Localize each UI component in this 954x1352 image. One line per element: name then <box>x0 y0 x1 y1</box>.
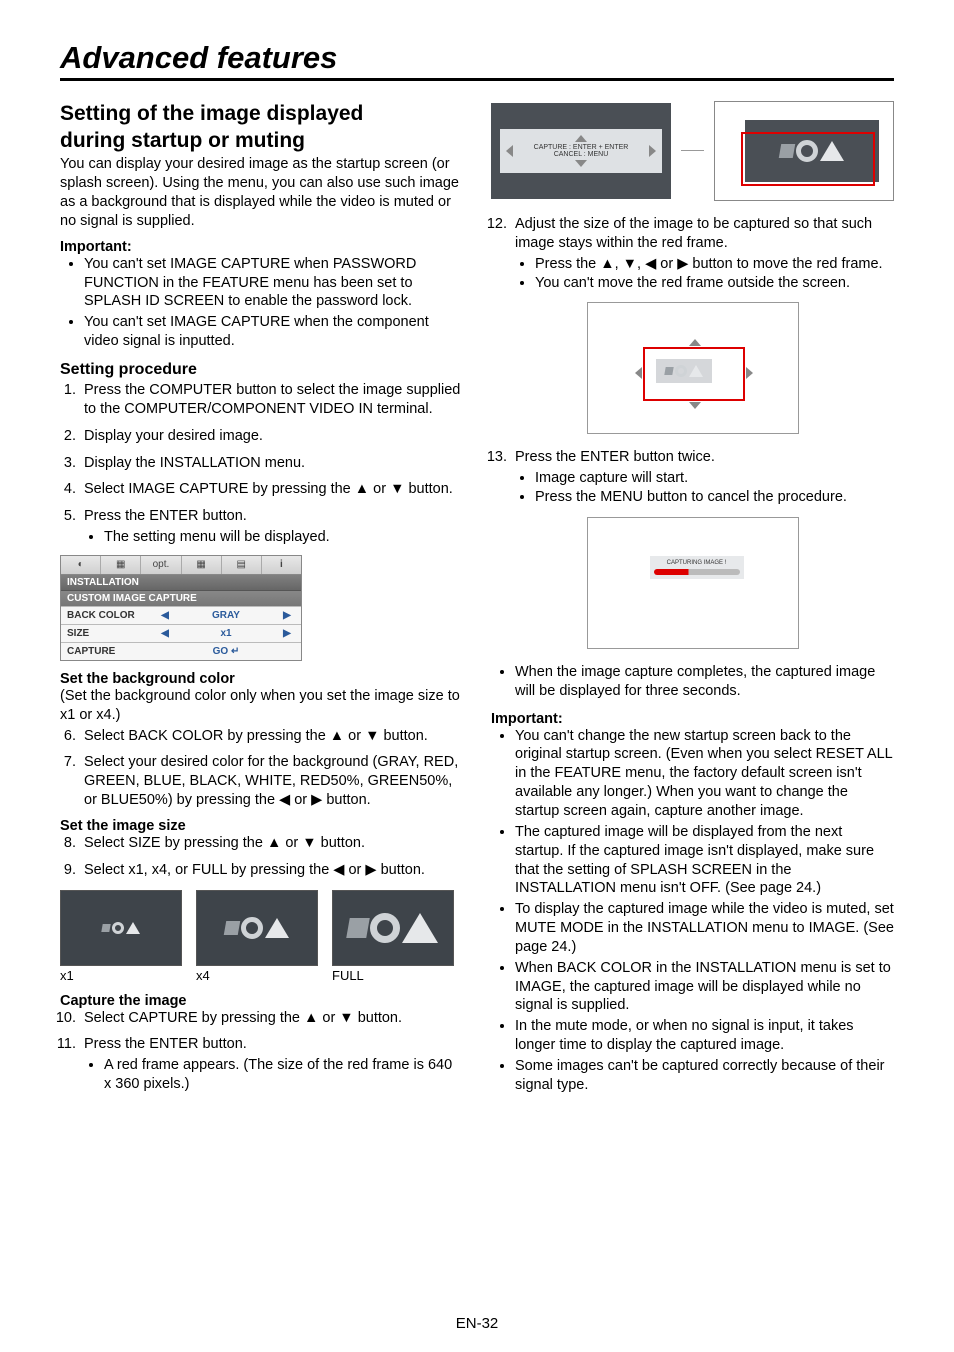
step-12: Adjust the size of the image to be captu… <box>511 215 894 292</box>
important-label: Important: <box>491 711 894 727</box>
capture-image-heading: Capture the image <box>60 993 463 1009</box>
thumb-x1 <box>60 890 182 966</box>
step-3: Display the INSTALLATION menu. <box>80 454 463 473</box>
size-thumbnails: x1 x4 FULL <box>60 890 463 983</box>
capturing-label: CAPTURING IMAGE ! <box>667 560 727 566</box>
step-12-note: Press the ▲, ▼, ◀ or ▶ button to move th… <box>535 255 894 274</box>
step-6: Select BACK COLOR by pressing the ▲ or ▼… <box>80 727 463 746</box>
thumb-full <box>332 890 454 966</box>
arrow-right-icon: ▶ <box>279 628 295 639</box>
progress-bar-icon <box>654 569 740 575</box>
important-item: You can't set IMAGE CAPTURE when the com… <box>84 313 463 351</box>
section-heading-line2: during startup or muting <box>60 128 463 153</box>
arrow-left-icon <box>506 145 513 157</box>
capture-instruction: CAPTURE : ENTER + ENTER <box>519 144 643 151</box>
arrow-down-icon <box>575 160 587 167</box>
thumb-x4 <box>196 890 318 966</box>
set-image-size-heading: Set the image size <box>60 818 463 834</box>
arrow-right-icon <box>649 145 656 157</box>
arrow-left-icon: ◀ <box>157 628 173 639</box>
bg-note: (Set the background color only when you … <box>60 687 463 725</box>
step-10: Select CAPTURE by pressing the ▲ or ▼ bu… <box>80 1009 463 1028</box>
step-7: Select your desired color for the backgr… <box>80 753 463 810</box>
red-frame-move-illustration <box>587 302 799 434</box>
step-11: Press the ENTER button. A red frame appe… <box>80 1035 463 1094</box>
important-item: To display the captured image while the … <box>515 900 894 957</box>
menu-tab-icon: i <box>262 556 301 574</box>
arrow-up-icon <box>575 135 587 142</box>
menu-row-capture: CAPTURE GO ↵ <box>61 642 301 660</box>
step-12-note: You can't move the red frame outside the… <box>535 274 894 293</box>
step-2: Display your desired image. <box>80 427 463 446</box>
important-item: Some images can't be captured correctly … <box>515 1057 894 1095</box>
step-13-complete-note: When the image capture completes, the ca… <box>515 663 894 701</box>
menu-tab-icon: ▤ <box>222 556 262 574</box>
installation-menu: ◐ ▦ opt. ▦ ▤ i INSTALLATION CUSTOM IMAGE… <box>60 555 302 661</box>
step-8: Select SIZE by pressing the ▲ or ▼ butto… <box>80 834 463 853</box>
step-1: Press the COMPUTER button to select the … <box>80 381 463 419</box>
menu-tab-icon: ▦ <box>182 556 222 574</box>
set-bg-color-heading: Set the background color <box>60 671 463 687</box>
capture-panel-illustration: CAPTURE : ENTER + ENTER CANCEL : MENU <box>491 101 894 201</box>
important-item: When BACK COLOR in the INSTALLATION menu… <box>515 959 894 1016</box>
setting-procedure-heading: Setting procedure <box>60 361 463 379</box>
step-13: Press the ENTER button twice. Image capt… <box>511 448 894 507</box>
step-4: Select IMAGE CAPTURE by pressing the ▲ o… <box>80 480 463 499</box>
menu-row-back-color: BACK COLOR ◀ GRAY ▶ <box>61 606 301 624</box>
menu-row-size: SIZE ◀ x1 ▶ <box>61 624 301 642</box>
capturing-illustration: CAPTURING IMAGE ! <box>587 517 799 649</box>
arrow-right-icon: ▶ <box>279 610 295 621</box>
arrow-left-icon: ◀ <box>157 610 173 621</box>
important-item: You can't set IMAGE CAPTURE when PASSWOR… <box>84 255 463 312</box>
important-label: Important: <box>60 239 463 255</box>
page-title: Advanced features <box>60 40 337 75</box>
thumb-label: x1 <box>60 968 74 983</box>
menu-subheader: CUSTOM IMAGE CAPTURE <box>61 590 301 606</box>
intro-paragraph: You can display your desired image as th… <box>60 155 463 230</box>
step-5-note: The setting menu will be displayed. <box>104 528 463 547</box>
important-item: You can't change the new startup screen … <box>515 727 894 821</box>
step-13-note: Press the MENU button to cancel the proc… <box>535 488 894 507</box>
menu-tab-icon: ▦ <box>101 556 141 574</box>
thumb-label: FULL <box>332 968 364 983</box>
section-heading-line1: Setting of the image displayed <box>60 101 463 126</box>
menu-header: INSTALLATION <box>61 575 301 590</box>
step-5: Press the ENTER button. The setting menu… <box>80 507 463 547</box>
important-item: The captured image will be displayed fro… <box>515 823 894 898</box>
page-number: EN-32 <box>0 1315 954 1332</box>
step-9: Select x1, x4, or FULL by pressing the ◀… <box>80 861 463 880</box>
thumb-label: x4 <box>196 968 210 983</box>
important-item: In the mute mode, or when no signal is i… <box>515 1017 894 1055</box>
capture-preview <box>714 101 894 201</box>
cancel-instruction: CANCEL : MENU <box>519 151 643 158</box>
step-13-note: Image capture will start. <box>535 469 894 488</box>
menu-tab-icon: opt. <box>141 556 181 574</box>
red-frame <box>741 132 875 186</box>
menu-tab-icon: ◐ <box>61 556 101 574</box>
step-11-note: A red frame appears. (The size of the re… <box>104 1056 463 1094</box>
